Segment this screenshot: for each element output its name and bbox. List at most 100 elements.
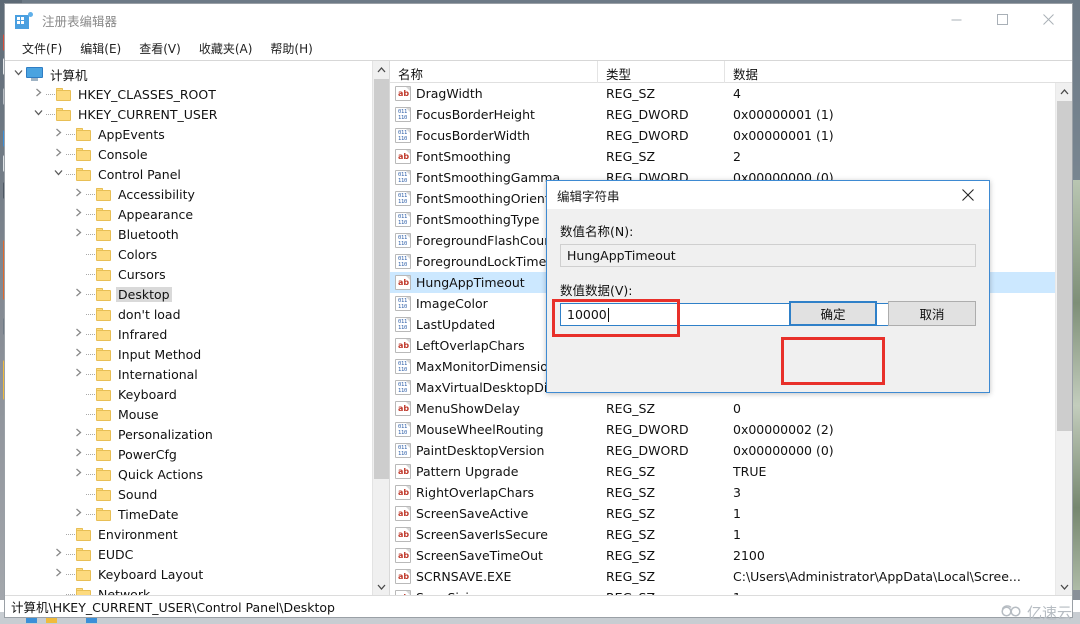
tree-item-powercfg[interactable]: PowerCfg — [5, 444, 371, 464]
registry-tree-pane[interactable]: 计算机HKEY_CLASSES_ROOTHKEY_CURRENT_USERApp… — [5, 61, 390, 595]
tree-item-label: Mouse — [116, 407, 161, 422]
chevron-down-icon[interactable] — [11, 68, 26, 80]
tree-item-bluetooth[interactable]: Bluetooth — [5, 224, 371, 244]
tree-item-environment[interactable]: Environment — [5, 524, 371, 544]
chevron-down-icon[interactable] — [31, 108, 46, 120]
menu-help[interactable]: 帮助(H) — [261, 38, 321, 59]
ok-button[interactable]: 确定 — [789, 301, 877, 326]
maximize-button[interactable] — [979, 4, 1025, 35]
chevron-right-icon[interactable] — [71, 468, 86, 480]
value-data-cell: 0 — [725, 401, 1055, 416]
tree-item-appevents[interactable]: AppEvents — [5, 124, 371, 144]
dialog-close-icon[interactable] — [947, 181, 989, 209]
chevron-right-icon[interactable] — [31, 88, 46, 100]
tree-item-personalization[interactable]: Personalization — [5, 424, 371, 444]
table-row[interactable]: abFontSmoothingREG_SZ2 — [390, 146, 1055, 167]
tree-item-mouse[interactable]: Mouse — [5, 404, 371, 424]
tree-item-keyboard-layout[interactable]: Keyboard Layout — [5, 564, 371, 584]
chevron-down-icon[interactable] — [51, 168, 66, 180]
chevron-right-icon[interactable] — [51, 148, 66, 160]
tree-item-control-panel[interactable]: Control Panel — [5, 164, 371, 184]
chevron-right-icon[interactable] — [71, 208, 86, 220]
table-row[interactable]: abPattern UpgradeREG_SZTRUE — [390, 461, 1055, 482]
table-row[interactable]: abMenuShowDelayREG_SZ0 — [390, 398, 1055, 419]
minimize-button[interactable] — [933, 4, 979, 35]
list-scroll-thumb[interactable] — [1057, 101, 1072, 431]
tree-item-network[interactable]: Network — [5, 584, 371, 595]
table-row[interactable]: abRightOverlapCharsREG_SZ3 — [390, 482, 1055, 503]
tree-item-international[interactable]: International — [5, 364, 371, 384]
value-data-label-text: 数值数据(V): — [560, 283, 633, 298]
table-row[interactable]: 011110FocusBorderHeightREG_DWORD0x000000… — [390, 104, 1055, 125]
tree-connector — [86, 194, 95, 195]
value-type-cell: REG_SZ — [598, 149, 725, 164]
list-vertical-scrollbar[interactable] — [1055, 83, 1072, 595]
tree-item-hkey-classes-root[interactable]: HKEY_CLASSES_ROOT — [5, 84, 371, 104]
chevron-right-icon[interactable] — [71, 348, 86, 360]
chevron-right-icon[interactable] — [51, 128, 66, 140]
scroll-down-arrow[interactable] — [373, 578, 390, 595]
table-row[interactable]: abSpanSizingREG_SZ1 — [390, 587, 1055, 595]
string-value-icon: ab — [395, 506, 411, 521]
table-row[interactable]: 011110PaintDesktopVersionREG_DWORD0x0000… — [390, 440, 1055, 461]
chevron-right-icon[interactable] — [71, 288, 86, 300]
chevron-right-icon[interactable] — [51, 548, 66, 560]
tree-scroll-thumb[interactable] — [374, 79, 389, 479]
chevron-right-icon[interactable] — [71, 428, 86, 440]
table-row[interactable]: 011110FocusBorderWidthREG_DWORD0x0000000… — [390, 125, 1055, 146]
chevron-right-icon[interactable] — [71, 368, 86, 380]
tree-item-accessibility[interactable]: Accessibility — [5, 184, 371, 204]
tree-item-input-method[interactable]: Input Method — [5, 344, 371, 364]
tree-item-console[interactable]: Console — [5, 144, 371, 164]
tree-item-eudc[interactable]: EUDC — [5, 544, 371, 564]
tree-connector — [66, 554, 75, 555]
table-row[interactable]: 011110MouseWheelRoutingREG_DWORD0x000000… — [390, 419, 1055, 440]
dword-value-icon: 011110 — [395, 191, 411, 206]
tree-item-keyboard[interactable]: Keyboard — [5, 384, 371, 404]
table-row[interactable]: abScreenSaveTimeOutREG_SZ2100 — [390, 545, 1055, 566]
value-name-text: SpanSizing — [416, 590, 485, 595]
chevron-right-icon[interactable] — [71, 228, 86, 240]
chevron-right-icon[interactable] — [71, 328, 86, 340]
table-row[interactable]: abScreenSaverIsSecureREG_SZ1 — [390, 524, 1055, 545]
menu-file[interactable]: 文件(F) — [13, 38, 71, 59]
tree-item-appearance[interactable]: Appearance — [5, 204, 371, 224]
menu-edit[interactable]: 编辑(E) — [71, 38, 130, 59]
value-name-cell: abMenuShowDelay — [390, 401, 598, 416]
folder-icon — [56, 108, 71, 121]
value-type-cell: REG_SZ — [598, 590, 725, 595]
tree-item-timedate[interactable]: TimeDate — [5, 504, 371, 524]
tree-item-colors[interactable]: Colors — [5, 244, 371, 264]
value-name-input[interactable]: HungAppTimeout — [560, 244, 976, 267]
scroll-up-arrow[interactable] — [1056, 83, 1072, 100]
value-data-cell: 0x00000002 (2) — [725, 422, 1055, 437]
tree-item-quick-actions[interactable]: Quick Actions — [5, 464, 371, 484]
tree-item-cursors[interactable]: Cursors — [5, 264, 371, 284]
tree-vertical-scrollbar[interactable] — [372, 61, 389, 595]
cancel-button[interactable]: 取消 — [888, 301, 976, 326]
scroll-up-arrow[interactable] — [373, 61, 390, 78]
table-row[interactable]: abDragWidthREG_SZ4 — [390, 83, 1055, 104]
menu-view[interactable]: 查看(V) — [130, 38, 190, 59]
string-value-icon: ab — [395, 590, 411, 595]
tree-item-hkey-current-user[interactable]: HKEY_CURRENT_USER — [5, 104, 371, 124]
table-row[interactable]: abSCRNSAVE.EXEREG_SZC:\Users\Administrat… — [390, 566, 1055, 587]
chevron-right-icon[interactable] — [71, 448, 86, 460]
column-header-type[interactable]: 类型 — [598, 61, 725, 83]
close-button[interactable] — [1025, 4, 1071, 35]
tree-item-sound[interactable]: Sound — [5, 484, 371, 504]
chevron-right-icon[interactable] — [71, 508, 86, 520]
scroll-down-arrow[interactable] — [1056, 578, 1072, 595]
value-name-text: ForegroundLockTimeo — [416, 254, 554, 269]
tree-item-don-t-load[interactable]: don't load — [5, 304, 371, 324]
chevron-right-icon[interactable] — [71, 188, 86, 200]
chevron-right-icon[interactable] — [51, 568, 66, 580]
column-header-data[interactable]: 数据 — [725, 61, 1072, 83]
tree-connector — [86, 454, 95, 455]
tree-item-infrared[interactable]: Infrared — [5, 324, 371, 344]
table-row[interactable]: abScreenSaveActiveREG_SZ1 — [390, 503, 1055, 524]
column-header-name[interactable]: 名称 — [390, 61, 598, 83]
menu-favorites[interactable]: 收藏夹(A) — [190, 38, 262, 59]
tree-item-[interactable]: 计算机 — [5, 64, 371, 84]
tree-item-desktop[interactable]: Desktop — [5, 284, 371, 304]
